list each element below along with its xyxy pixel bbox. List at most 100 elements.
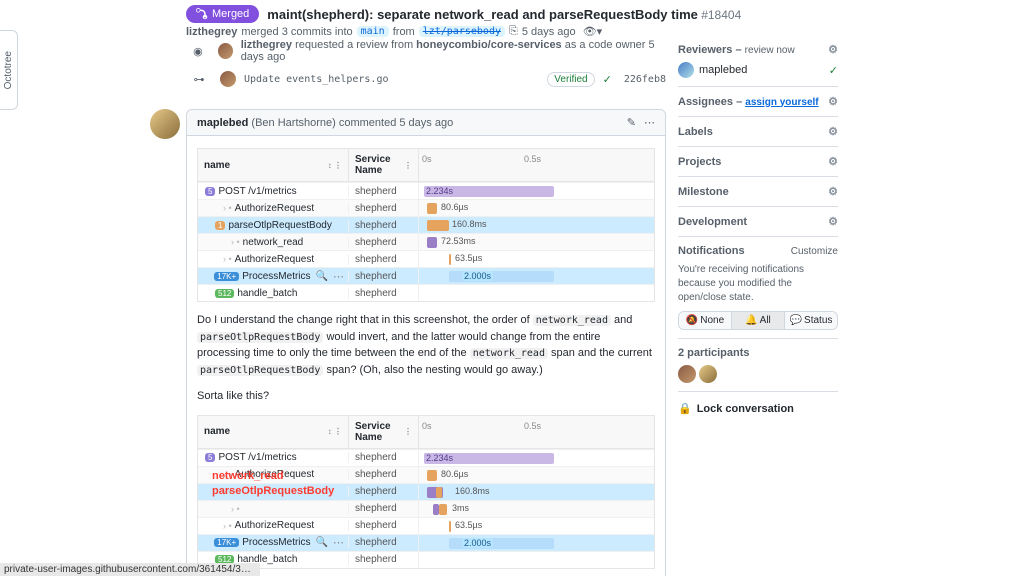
participants-heading: 2 participants <box>678 347 750 359</box>
comment-paragraph: Do I understand the change right that in… <box>197 312 655 378</box>
lock-icon: 🔒 <box>678 402 692 415</box>
merged-badge: Merged <box>186 5 259 23</box>
notification-reason: You're receiving notifications because y… <box>678 263 838 305</box>
avatar[interactable] <box>678 62 694 78</box>
count-pill: 5 <box>205 453 215 462</box>
gear-icon[interactable]: ⚙ <box>828 95 838 108</box>
service-name: shepherd <box>348 220 418 231</box>
duration-label: 80.6µs <box>441 202 468 212</box>
comment-avatar[interactable] <box>150 109 180 139</box>
span-name: POST /v1/metrics <box>218 452 296 463</box>
check-icon: ✓ <box>603 73 612 86</box>
commit-icon: ⊶ <box>186 73 212 86</box>
trace-row: 1parseOtlpRequestBodyshepherd160.8ms <box>198 216 654 233</box>
service-name: shepherd <box>348 537 418 548</box>
bell-icon: 🔔 <box>745 315 757 326</box>
octotree-label: Octotree <box>3 51 14 89</box>
service-name: shepherd <box>348 520 418 531</box>
avatar[interactable] <box>699 365 717 383</box>
sort-icon: ⋮ <box>404 161 412 170</box>
comment-author[interactable]: maplebed <box>197 117 248 129</box>
service-name: shepherd <box>348 486 418 497</box>
span-name: AuthorizeRequest <box>235 469 315 480</box>
status-bar-url: private-user-images.githubusercontent.co… <box>0 563 260 576</box>
pr-number: #18404 <box>701 8 741 22</box>
gear-icon[interactable]: ⚙ <box>828 185 838 198</box>
service-name: shepherd <box>348 271 418 282</box>
assignees-heading: Assignees <box>678 96 733 108</box>
lock-conversation[interactable]: 🔒 Lock conversation <box>678 392 838 415</box>
span-bar <box>427 220 449 231</box>
notif-all-button[interactable]: 🔔All <box>731 312 784 329</box>
sort-icon: ↕ ⋮ <box>328 427 342 436</box>
span-name: AuthorizeRequest <box>235 254 315 265</box>
verified-badge[interactable]: Verified <box>547 72 594 87</box>
gear-icon[interactable]: ⚙ <box>828 155 838 168</box>
notif-none-button[interactable]: 🔕None <box>679 312 731 329</box>
gear-icon[interactable]: ⚙ <box>828 43 838 56</box>
duration-label: 72.53ms <box>441 236 476 246</box>
gear-icon[interactable]: ⚙ <box>828 215 838 228</box>
milestone-heading: Milestone <box>678 186 729 198</box>
span-name: POST /v1/metrics <box>218 186 296 197</box>
gear-icon[interactable]: ⚙ <box>828 125 838 138</box>
chat-icon: 💬 <box>790 315 802 326</box>
trace-row: 17K+ProcessMetrics🔍⋯shepherd2.000s <box>198 534 654 551</box>
notif-status-button[interactable]: 💬Status <box>784 312 837 329</box>
count-pill: 17K+ <box>214 538 239 547</box>
projects-heading: Projects <box>678 156 721 168</box>
service-name: shepherd <box>348 452 418 463</box>
count-pill: 5 <box>205 187 215 196</box>
more-icon: ⋯ <box>333 270 344 283</box>
trace-row: › •network_readshepherd72.53ms <box>198 233 654 250</box>
span-name: AuthorizeRequest <box>235 520 315 531</box>
trace-screenshot-1: name↕ ⋮ Service Name⋮ 0s 0.5s 5POST /v1/… <box>197 148 655 302</box>
duration-tag: 2.234s <box>424 453 455 463</box>
magnify-icon: 🔍 <box>316 271 328 282</box>
count-pill: 1 <box>215 221 225 230</box>
avatar[interactable] <box>220 71 236 87</box>
duration-label: 80.6µs <box>441 469 468 479</box>
trace-row: › •shepherd160.8ms <box>198 483 654 500</box>
development-heading: Development <box>678 216 747 228</box>
labels-heading: Labels <box>678 126 713 138</box>
edit-icon[interactable]: ✎ <box>627 116 636 129</box>
pr-header: Merged maint(shepherd): separate network… <box>186 5 1024 38</box>
sort-icon: ↕ ⋮ <box>328 161 342 170</box>
kebab-icon[interactable]: ⋯ <box>644 116 655 129</box>
merge-icon <box>196 8 208 20</box>
duration-label: 63.5µs <box>455 520 482 530</box>
trace-row: › •shepherd3ms <box>198 500 654 517</box>
commit-event: ⊶ Update events_helpers.go Verified ✓ 22… <box>186 67 666 91</box>
comment: maplebed (Ben Hartshorne) commented 5 da… <box>186 109 666 576</box>
duration-tag: 2.000s <box>462 271 493 281</box>
span-bar <box>427 203 437 214</box>
span-name: ProcessMetrics <box>242 537 310 548</box>
service-name: shepherd <box>348 237 418 248</box>
trace-row: › •AuthorizeRequestshepherd63.5µs <box>198 517 654 534</box>
commit-hash[interactable]: 226feb8 <box>624 74 666 85</box>
octotree-tab[interactable]: Octotree <box>0 30 18 110</box>
span-name: network_read <box>243 237 304 248</box>
span-bar <box>439 504 447 515</box>
trace-row: 512handle_batchshepherd <box>198 284 654 301</box>
trace-row: › •AuthorizeRequestshepherd63.5µs <box>198 250 654 267</box>
avatar[interactable] <box>678 365 696 383</box>
trace-row: 17K+ProcessMetrics🔍⋯shepherd2.000s <box>198 267 654 284</box>
customize-link[interactable]: Customize <box>791 246 838 257</box>
span-bar <box>427 470 437 481</box>
check-icon: ✓ <box>829 64 838 77</box>
service-name: shepherd <box>348 288 418 299</box>
span-bar <box>449 254 451 265</box>
reviewer-name[interactable]: maplebed <box>699 64 747 76</box>
service-name: shepherd <box>348 503 418 514</box>
span-name: handle_batch <box>237 288 297 299</box>
mute-icon: 🔕 <box>686 315 698 326</box>
avatar[interactable] <box>218 43 233 59</box>
assign-yourself-link[interactable]: assign yourself <box>745 97 818 108</box>
span-bar <box>436 487 442 498</box>
trace-screenshot-2: name↕ ⋮ Service Name⋮ 0s 0.5s 5POST /v1/… <box>197 415 655 569</box>
service-name: shepherd <box>348 254 418 265</box>
service-name: shepherd <box>348 469 418 480</box>
notifications-heading: Notifications <box>678 245 745 257</box>
